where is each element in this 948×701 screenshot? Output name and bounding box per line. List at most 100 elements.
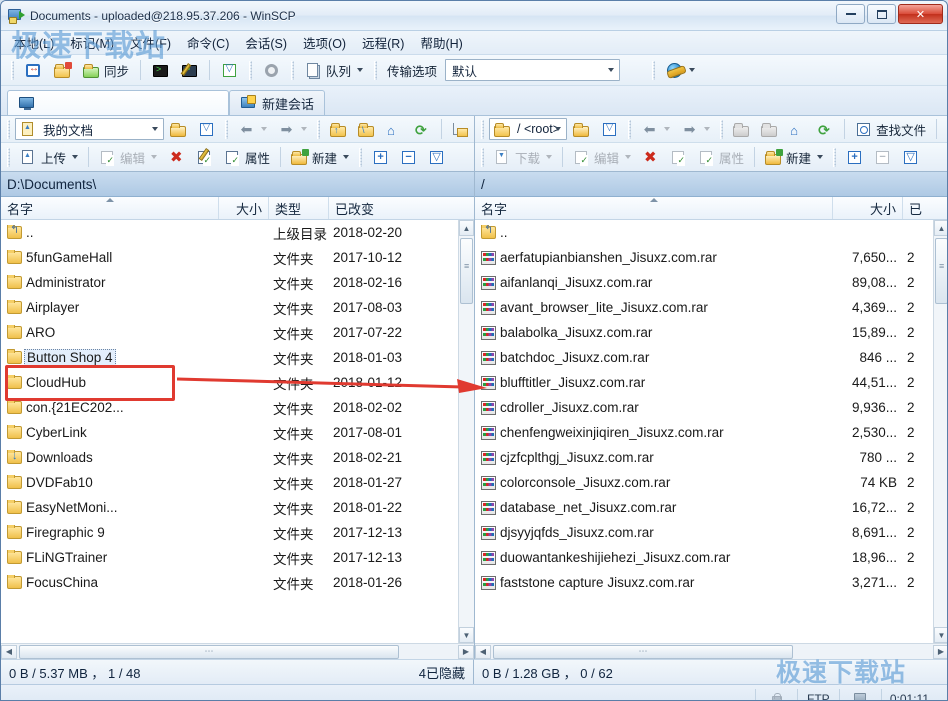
table-row[interactable]: FocusChina 文件夹 2018-01-26 bbox=[1, 570, 474, 595]
upload-button[interactable]: 上传 bbox=[15, 145, 83, 169]
local-refresh-button[interactable]: ⟳ bbox=[409, 117, 436, 141]
h-scroll-thumb[interactable]: ⋯ bbox=[493, 644, 793, 659]
local-forward-button[interactable]: ➡ bbox=[273, 117, 312, 141]
queue-button[interactable]: 队列 bbox=[300, 58, 368, 82]
remote-unselect-button[interactable]: − bbox=[869, 145, 896, 169]
local-file-list[interactable]: .. 上级目录 2018-02-20 5funGameHall 文件夹 2017-10-1… bbox=[1, 220, 474, 643]
local-column-name[interactable]: 名字 bbox=[1, 197, 219, 219]
connection-indicator[interactable] bbox=[838, 688, 881, 700]
tab-session-current[interactable] bbox=[7, 90, 229, 115]
scroll-right-icon[interactable]: ▶ bbox=[933, 644, 947, 659]
table-row[interactable]: CyberLink 文件夹 2017-08-01 bbox=[1, 420, 474, 445]
table-row[interactable]: DVDFab10 文件夹 2018-01-27 bbox=[1, 470, 474, 495]
table-row[interactable]: cdroller_Jisuxz.com.rar 9,936... 2 bbox=[475, 395, 947, 420]
close-button[interactable]: ✕ bbox=[898, 4, 943, 24]
refresh-panels-button[interactable] bbox=[216, 58, 243, 82]
scroll-left-icon[interactable]: ◀ bbox=[475, 644, 491, 659]
remote-column-size[interactable]: 大小 bbox=[833, 197, 903, 219]
table-row[interactable]: duowantankeshijiehezi_Jisuxz.com.rar 18,9… bbox=[475, 545, 947, 570]
remote-horizontal-scrollbar[interactable]: ◀ ⋯ ▶ bbox=[475, 643, 947, 659]
remote-refresh-button[interactable]: ⟳ bbox=[812, 117, 839, 141]
web-browser-button[interactable] bbox=[661, 58, 700, 82]
local-properties-button[interactable]: 属性 bbox=[219, 145, 275, 169]
remote-location-combo[interactable]: / <root> bbox=[489, 118, 568, 140]
table-row[interactable]: EasyNetMoni... 文件夹 2018-01-22 bbox=[1, 495, 474, 520]
local-parent-directory-button[interactable]: ↑ bbox=[325, 117, 352, 141]
table-row[interactable]: database_net_Jisuxz.com.rar 16,72... 2 bbox=[475, 495, 947, 520]
remote-delete-button[interactable]: ✖ bbox=[637, 145, 664, 169]
local-filter-button[interactable] bbox=[193, 117, 220, 141]
remote-directory-tree-button[interactable] bbox=[942, 117, 947, 141]
table-row[interactable]: chenfengweixinjiqiren_Jisuxz.com.rar 2,53… bbox=[475, 420, 947, 445]
table-row[interactable]: aerfatupianbianshen_Jisuxz.com.rar 7,650.… bbox=[475, 245, 947, 270]
synchronize-button[interactable]: 同步 bbox=[78, 58, 134, 82]
remote-back-button[interactable]: ⬅ bbox=[636, 117, 675, 141]
scroll-right-icon[interactable]: ▶ bbox=[458, 644, 474, 659]
find-files-button[interactable]: 查找文件 bbox=[850, 117, 931, 141]
remote-properties-button[interactable]: 属性 bbox=[693, 145, 749, 169]
table-row[interactable]: CloudHub 文件夹 2018-01-12 bbox=[1, 370, 474, 395]
remote-forward-button[interactable]: ➡ bbox=[676, 117, 715, 141]
local-location-combo[interactable]: 我的文档 bbox=[15, 118, 164, 140]
local-selection-grip[interactable] bbox=[359, 147, 363, 167]
local-horizontal-scrollbar[interactable]: ◀ ⋯ ▶ bbox=[1, 643, 474, 659]
local-column-changed[interactable]: 已改变 bbox=[329, 197, 459, 219]
preferences-button[interactable] bbox=[258, 58, 285, 82]
scroll-up-icon[interactable]: ▲ bbox=[459, 220, 474, 236]
remote-open-directory-button[interactable] bbox=[568, 117, 595, 141]
local-vertical-scrollbar[interactable]: ▲ ▼ bbox=[458, 220, 474, 643]
minimize-button[interactable] bbox=[836, 4, 865, 24]
remote-home-button[interactable]: ⌂ bbox=[784, 117, 811, 141]
remote-column-name[interactable]: 名字 bbox=[475, 197, 833, 219]
chevron-down-icon[interactable] bbox=[146, 120, 162, 138]
local-new-button[interactable]: 新建 bbox=[286, 145, 354, 169]
toolbar-grip-2[interactable] bbox=[249, 60, 253, 80]
menu-item-command[interactable]: 命令(C) bbox=[180, 30, 236, 55]
remote-column-changed[interactable]: 已 bbox=[903, 197, 933, 219]
local-nav-grip[interactable] bbox=[7, 119, 10, 139]
menu-item-remote[interactable]: 远程(R) bbox=[355, 30, 411, 55]
transfer-options-combo[interactable]: 默认 bbox=[445, 59, 621, 81]
remote-rename-button[interactable] bbox=[665, 145, 692, 169]
local-column-size[interactable]: 大小 bbox=[219, 197, 269, 219]
local-root-directory-button[interactable]: \ bbox=[353, 117, 380, 141]
remote-nav-grip-2[interactable] bbox=[628, 119, 632, 139]
chevron-down-icon[interactable] bbox=[602, 61, 618, 79]
remote-edit-button[interactable]: 编辑 bbox=[568, 145, 636, 169]
h-scroll-thumb[interactable]: ⋯ bbox=[19, 644, 399, 659]
download-button[interactable]: 下载 bbox=[489, 145, 557, 169]
table-row[interactable]: avant_browser_lite_Jisuxz.com.rar 4,369..… bbox=[475, 295, 947, 320]
remote-file-list[interactable]: .. aerfatupianbianshen_Jisuxz.com.rar 7,65… bbox=[475, 220, 947, 643]
local-unselect-button[interactable]: − bbox=[395, 145, 422, 169]
local-select-button[interactable]: + bbox=[367, 145, 394, 169]
menu-item-options[interactable]: 选项(O) bbox=[296, 30, 353, 55]
menu-item-local[interactable]: 本地(L) bbox=[7, 30, 61, 55]
remote-vertical-scrollbar[interactable]: ▲ ▼ bbox=[933, 220, 947, 643]
toolbar-grip-4[interactable] bbox=[374, 60, 378, 80]
remote-filter-button[interactable] bbox=[596, 117, 623, 141]
table-row[interactable]: cjzfcplthgj_Jisuxz.com.rar 780 ... 2 bbox=[475, 445, 947, 470]
remote-selection-grip[interactable] bbox=[833, 147, 837, 167]
scroll-thumb[interactable] bbox=[935, 238, 947, 304]
open-terminal-button[interactable] bbox=[147, 58, 174, 82]
scroll-left-icon[interactable]: ◀ bbox=[1, 644, 17, 659]
table-row[interactable]: ARO 文件夹 2017-07-22 bbox=[1, 320, 474, 345]
table-row[interactable]: FLiNGTrainer 文件夹 2017-12-13 bbox=[1, 545, 474, 570]
table-row[interactable]: Airplayer 文件夹 2017-08-03 bbox=[1, 295, 474, 320]
local-rename-button[interactable] bbox=[191, 145, 218, 169]
table-row[interactable]: .. 上级目录 2018-02-20 bbox=[1, 220, 474, 245]
scroll-down-icon[interactable]: ▼ bbox=[934, 627, 947, 643]
menu-item-help[interactable]: 帮助(H) bbox=[413, 30, 469, 55]
local-column-type[interactable]: 类型 bbox=[269, 197, 329, 219]
remote-parent-directory-button[interactable] bbox=[728, 117, 755, 141]
local-nav-grip-3[interactable] bbox=[317, 119, 320, 139]
remote-nav-grip-3[interactable] bbox=[720, 119, 724, 139]
local-back-button[interactable]: ⬅ bbox=[233, 117, 272, 141]
remote-nav-grip[interactable] bbox=[481, 119, 484, 139]
toolbar-grip[interactable] bbox=[11, 60, 14, 80]
local-delete-button[interactable]: ✖ bbox=[163, 145, 190, 169]
local-directory-tree-button[interactable] bbox=[447, 117, 474, 141]
table-row[interactable]: Downloads 文件夹 2018-02-21 bbox=[1, 445, 474, 470]
local-invert-selection-button[interactable]: ▽ bbox=[423, 145, 450, 169]
toolbar-grip-3[interactable] bbox=[291, 60, 295, 80]
